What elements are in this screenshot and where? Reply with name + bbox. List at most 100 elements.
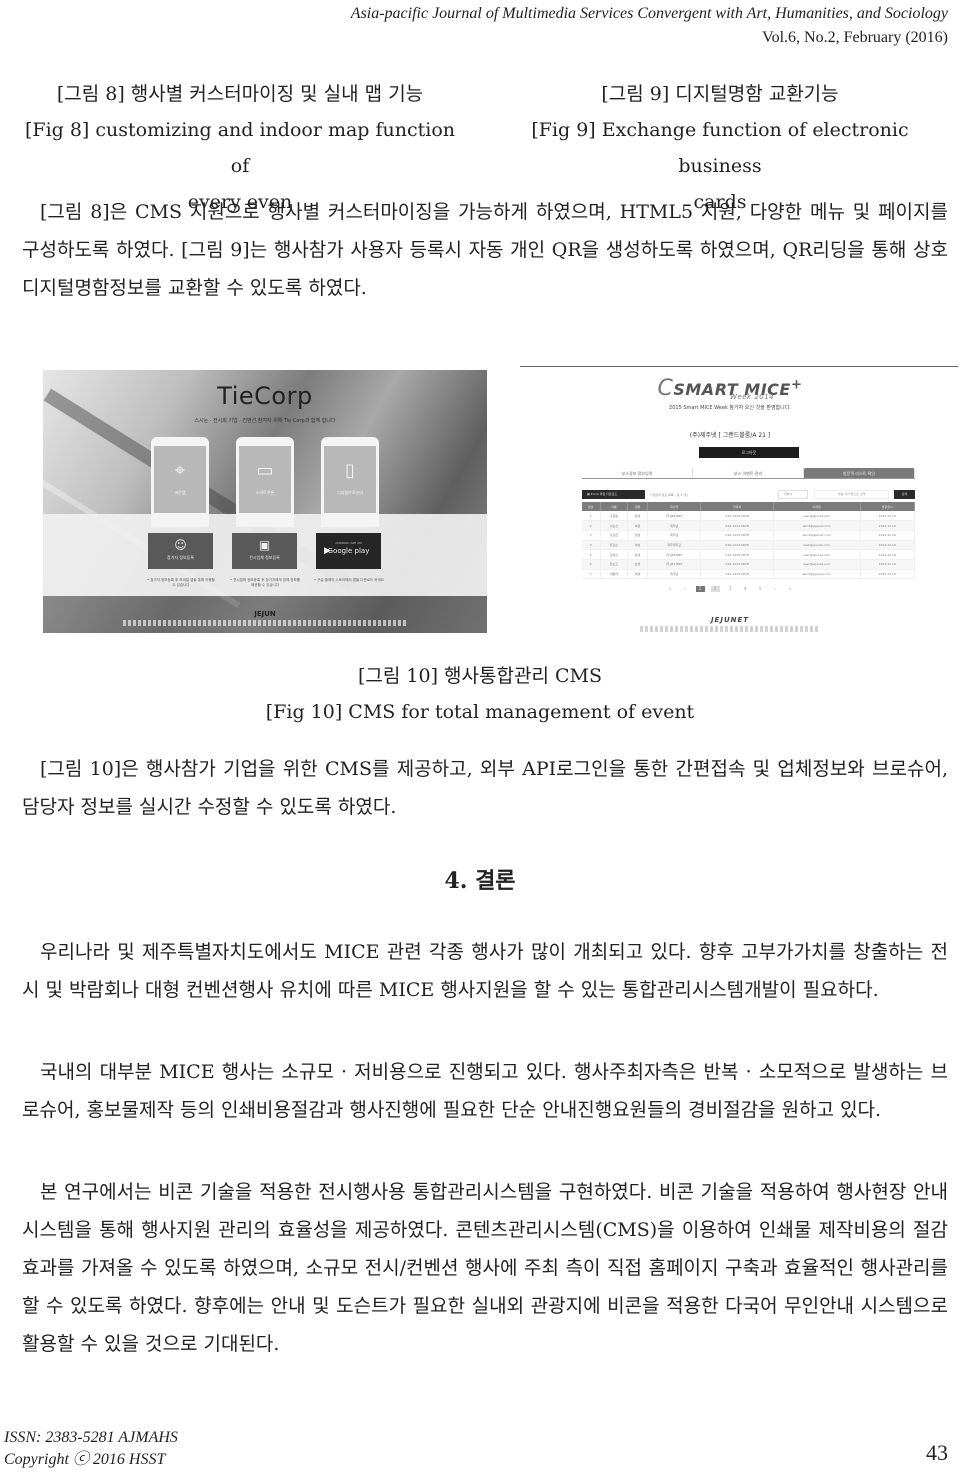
table-cell: (주)JEJUNET (647, 511, 702, 522)
google-play-button[interactable]: ▶ ANDROID APP ON Google play (316, 533, 381, 569)
table-cell: abcd@jejunet.com (773, 530, 861, 541)
paragraph-text: 우리나라 및 제주특별자치도에서도 MICE 관련 각종 행사가 많이 개최되고… (22, 941, 948, 1001)
column-header[interactable]: 방문일시 (860, 502, 916, 511)
table-cell: 제주넷 (647, 569, 702, 580)
paragraph-text: [그림 10]은 행사참가 기업을 위한 CMS를 제공하고, 외부 API로그… (22, 758, 948, 818)
page-number: 43 (926, 1440, 948, 1465)
search-input[interactable]: 이름, 회사명으로 검색 (814, 490, 889, 499)
welcome-text: 2015 Smart MICE Week 참가자 오신 것을 환영합니다. (669, 405, 791, 411)
page-link[interactable]: › (771, 586, 780, 592)
phone-screen: ▯ 디지털브로슈어 (324, 446, 376, 513)
phone-card-beacon-map[interactable]: ⌖ 비콘맵 (151, 437, 209, 527)
footer-fine-print (640, 626, 820, 632)
table-cell: 010-1234-5678 (700, 511, 774, 522)
phone-label: 비콘맵 (174, 490, 186, 495)
phone-label: 디지털브로슈어 (337, 490, 363, 495)
table-cell: 제주넷 (647, 530, 702, 541)
table-cell: 2014.12.10 (860, 540, 916, 551)
paragraph-text: 본 연구에서는 비콘 기술을 적용한 전시행사용 통합관리시스템을 구현하였다.… (22, 1181, 948, 1355)
table-cell: user@jejunet.com (773, 559, 861, 570)
booth-icon: ▣ (258, 538, 271, 552)
table-cell: 남성 (627, 549, 648, 560)
phone-card-smart-coupon[interactable]: ▭ 스마트쿠폰 (236, 437, 294, 527)
page-link[interactable]: 3 (726, 586, 735, 592)
table-cell: 남성 (627, 559, 648, 570)
column-header[interactable]: 이름 (600, 502, 629, 511)
table-cell: 홍길동 (600, 511, 629, 522)
cms-tabs: 부스정보 정보입력 부스 이벤트 관리 방문객 리스트 확인 (582, 468, 915, 479)
table-cell: 제주대학교 (647, 540, 702, 551)
phone-label: 스마트쿠폰 (255, 490, 275, 495)
table-cell: 강감찬 (600, 530, 629, 541)
tab-booth-info[interactable]: 부스정보 정보입력 (582, 468, 693, 478)
logo-week: Week 2014 (730, 393, 775, 401)
phone-card-digital-brochure[interactable]: ▯ 디지털브로슈어 (321, 437, 379, 527)
page-link[interactable]: 4 (741, 586, 750, 592)
excel-download-button[interactable]: ▦ Excel 파일 다운로드 (582, 490, 645, 499)
column-header[interactable]: 이메일 (773, 502, 861, 511)
attendee-note: • 참가자 정보등록 후 모바일 앱을 통해 이용할 수 있습니다 (147, 578, 215, 587)
table-cell: 4 (582, 540, 601, 551)
page-link[interactable]: 1 (695, 586, 705, 592)
paragraph-figure-8-9: [그림 8]은 CMS 지원으로 행사별 커스터마이징을 가능하게 하였으며, … (22, 193, 948, 307)
table-cell: user@jejunet.com (773, 511, 861, 522)
table-cell: abcd@jejunet.com (773, 569, 861, 580)
page-link[interactable]: « (666, 586, 675, 592)
table-cell: 010-1234-5678 (700, 569, 774, 580)
attendee-register-button[interactable]: ☺ 참가자 정보등록 (148, 533, 213, 569)
google-play-small-text: ANDROID APP ON (335, 541, 362, 545)
table-cell: 010-1234-5678 (700, 540, 774, 551)
exhibitor-register-button[interactable]: ▣ 전시업체 정보등록 (232, 533, 297, 569)
booth-title: (주)제주넷 [ 그랜드볼룸/A 21 ] (689, 432, 771, 439)
page-link[interactable]: » (786, 586, 795, 592)
jejunet-footer-logo: JEJUNET (710, 616, 750, 624)
filter-select[interactable]: 전체 ▾ (778, 490, 808, 499)
table-cell: 010-1234-5678 (700, 530, 774, 541)
wallet-icon: ▭ (256, 460, 274, 481)
logout-button[interactable]: 로그아웃 (699, 447, 799, 458)
smart-mice-logo: CSMART MICE+ Week 2014 (657, 376, 803, 401)
table-cell: 7 (582, 569, 601, 580)
table-cell: 여성 (627, 540, 648, 551)
figure-9-caption-en: [Fig 9] Exchange function of electronic … (531, 119, 909, 177)
table-toolbar: ▦ Excel 파일 다운로드 * 방문객 정보 목록 ( 총 7 개 ) 전체… (582, 490, 915, 499)
paragraph-text: [그림 8]은 CMS 지원으로 행사별 커스터마이징을 가능하게 하였으며, … (22, 201, 948, 299)
footer-fine-print (123, 620, 407, 626)
table-row: 1 홍길동 남성 (주)JEJUNET 010-1234-5678 user@jejune… (582, 511, 916, 522)
column-header[interactable]: 번호 (582, 502, 601, 511)
column-header[interactable]: 성별 (627, 502, 648, 511)
table-cell: 3 (582, 530, 601, 541)
table-cell: 남성 (627, 530, 648, 541)
paragraph-figure-10: [그림 10]은 행사참가 기업을 위한 CMS를 제공하고, 외부 API로그… (22, 750, 948, 826)
table-cell: 남성 (627, 511, 648, 522)
search-button[interactable]: 검색 (894, 490, 915, 499)
table-cell: (주)JEJUNET (647, 559, 702, 570)
running-header: Asia-pacific Journal of Multimedia Servi… (351, 2, 948, 50)
tab-visitor-list[interactable]: 방문객 리스트 확인 (804, 468, 915, 478)
figure-9-caption-ko: [그림 9] 디지털명함 교환기능 (601, 83, 839, 105)
table-cell: 1 (582, 511, 601, 522)
table-cell: (주)JEJUNET (647, 549, 702, 560)
column-header[interactable]: 회사명 (647, 502, 702, 511)
table-row: 2 이순신 여성 제주넷 010-1234-5678 abcd@jejunet.com 20… (582, 520, 916, 531)
table-row: 3 강감찬 남성 제주넷 010-1234-5678 abcd@jejunet.com 20… (582, 530, 916, 541)
table-cell: 2014.12.10 (860, 569, 916, 580)
section-heading-conclusion: 4. 결론 (444, 868, 516, 894)
figure-10-tiecorp-screenshot: TieCorp 스시는 · 전시회 기업 · 컨벤션 참여자 위해 Tie Co… (43, 370, 487, 633)
table-cell: 김유신 (600, 549, 629, 560)
table-row: 7 세종대 여성 제주넷 010-1234-5678 abcd@jejunet.com 20… (582, 569, 916, 580)
select-value: 전체 (784, 492, 790, 496)
column-header[interactable]: 연락처 (700, 502, 774, 511)
table-cell: 2014.12.10 (860, 559, 916, 570)
tab-booth-event[interactable]: 부스 이벤트 관리 (693, 468, 804, 478)
page-footer: ISSN: 2383-5281 AJMAHS Copyright ⓒ 2016 … (4, 1427, 178, 1471)
table-cell: 2014.12.10 (860, 511, 916, 522)
jejun-footer-logo: JEJUN (254, 610, 276, 618)
table-row: 4 유관순 여성 제주대학교 010-1234-5678 test@jejunet.com… (582, 540, 916, 551)
table-row: 6 장보고 남성 (주)JEJUNET 010-1234-5678 user@jejune… (582, 559, 916, 570)
page-link[interactable]: 5 (756, 586, 765, 592)
page-link[interactable]: 2 (710, 586, 720, 592)
page-link[interactable]: ‹ (681, 586, 690, 592)
table-cell: 여성 (627, 520, 648, 531)
chevron-down-icon: ▾ (790, 492, 793, 496)
